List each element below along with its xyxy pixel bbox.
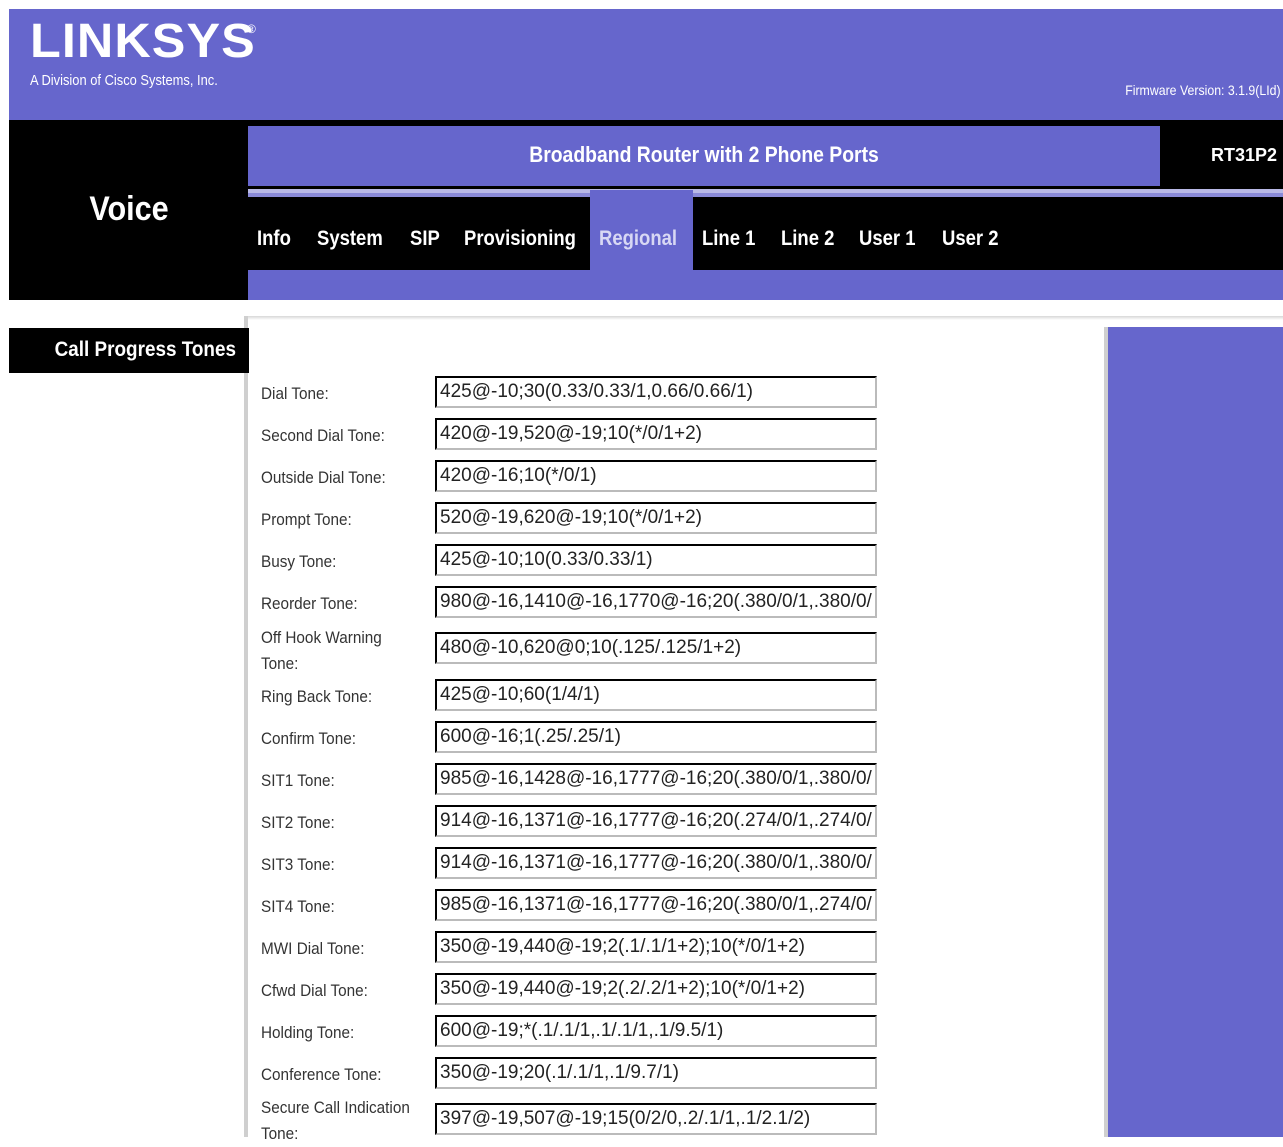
- off-hook-warning-tone-input[interactable]: [435, 632, 877, 664]
- tab-underbar: [248, 270, 1283, 300]
- tab-info[interactable]: Info: [257, 227, 291, 251]
- field-label: Secure Call Indication Tone:: [261, 1098, 410, 1143]
- tab-provisioning[interactable]: Provisioning: [464, 227, 576, 251]
- tab-regional[interactable]: Regional: [599, 227, 677, 251]
- tab-line-1[interactable]: Line 1: [702, 227, 755, 251]
- sit1-tone-input[interactable]: [435, 763, 877, 795]
- sidebar-heading: Call Progress Tones: [54, 338, 236, 361]
- content-border-top: [248, 316, 1283, 320]
- field-label: SIT4 Tone:: [261, 897, 335, 916]
- field-label: Conference Tone:: [261, 1065, 382, 1084]
- field-label: Prompt Tone:: [261, 510, 352, 529]
- field-label: SIT1 Tone:: [261, 771, 335, 790]
- field-label: SIT3 Tone:: [261, 855, 335, 874]
- mwi-dial-tone-input[interactable]: [435, 931, 877, 963]
- registered-mark-icon: ®: [247, 22, 256, 36]
- tab-sip[interactable]: SIP: [410, 227, 440, 251]
- tab-line-2[interactable]: Line 2: [781, 227, 834, 251]
- field-label: Confirm Tone:: [261, 729, 356, 748]
- field-label: Reorder Tone:: [261, 594, 358, 613]
- tagline: A Division of Cisco Systems, Inc.: [30, 72, 218, 89]
- ring-back-tone-input[interactable]: [435, 679, 877, 711]
- secure-call-indication-tone-input[interactable]: [435, 1103, 877, 1135]
- linksys-logo: LINKSYS: [30, 15, 256, 68]
- right-panel: [1108, 327, 1283, 1137]
- cfwd-dial-tone-input[interactable]: [435, 973, 877, 1005]
- holding-tone-input[interactable]: [435, 1015, 877, 1047]
- tab-user-1[interactable]: User 1: [859, 227, 916, 251]
- model-number: RT31P2: [1210, 145, 1277, 165]
- tab-user-2[interactable]: User 2: [942, 227, 999, 251]
- product-name: Broadband Router with 2 Phone Ports: [529, 142, 879, 167]
- field-label: Busy Tone:: [261, 552, 337, 571]
- divider: [248, 187, 1283, 197]
- field-label: Off Hook Warning Tone:: [261, 628, 382, 673]
- field-label: Outside Dial Tone:: [261, 468, 386, 487]
- sit4-tone-input[interactable]: [435, 889, 877, 921]
- field-label: SIT2 Tone:: [261, 813, 335, 832]
- dial-tone-input[interactable]: [435, 376, 877, 408]
- confirm-tone-input[interactable]: [435, 721, 877, 753]
- firmware-version: Firmware Version: 3.1.9(LId): [1125, 82, 1281, 98]
- second-dial-tone-input[interactable]: [435, 418, 877, 450]
- field-label: Cfwd Dial Tone:: [261, 981, 368, 1000]
- content-border: [244, 316, 248, 1137]
- prompt-tone-input[interactable]: [435, 502, 877, 534]
- field-label: Holding Tone:: [261, 1023, 355, 1042]
- outside-dial-tone-input[interactable]: [435, 460, 877, 492]
- sit2-tone-input[interactable]: [435, 805, 877, 837]
- reorder-tone-input[interactable]: [435, 586, 877, 618]
- spacer: [9, 300, 1283, 316]
- field-label: MWI Dial Tone:: [261, 939, 365, 958]
- sit3-tone-input[interactable]: [435, 847, 877, 879]
- field-label: Second Dial Tone:: [261, 426, 385, 445]
- busy-tone-input[interactable]: [435, 544, 877, 576]
- field-label: Dial Tone:: [261, 384, 329, 403]
- field-label: Ring Back Tone:: [261, 687, 373, 706]
- conference-tone-input[interactable]: [435, 1057, 877, 1089]
- section-title: Voice: [89, 190, 169, 228]
- tab-system[interactable]: System: [317, 227, 383, 251]
